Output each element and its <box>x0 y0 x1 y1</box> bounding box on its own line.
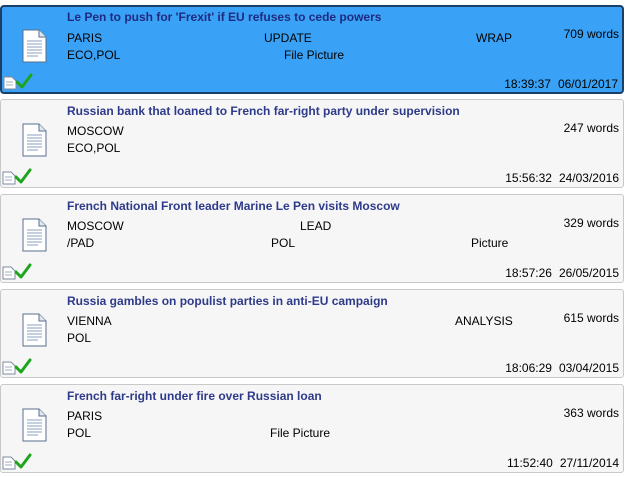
status-icons <box>2 73 34 91</box>
document-icon <box>22 313 47 347</box>
status-icons <box>1 263 33 281</box>
item-tag: ANALYSIS <box>455 314 513 328</box>
checkmark-icon <box>14 168 32 184</box>
item-time: 18:57:26 <box>505 266 552 280</box>
item-location: VIENNA <box>67 314 112 328</box>
item-datetime: 18:06:29 03/04/2015 <box>505 361 619 375</box>
news-item-selected[interactable]: Le Pen to push for 'Frexit' if EU refuse… <box>0 5 624 94</box>
item-location: PARIS <box>67 31 103 45</box>
document-icon <box>22 29 47 63</box>
item-word-count: 247 words <box>563 121 619 135</box>
news-item[interactable]: Russian bank that loaned to French far-r… <box>0 99 624 188</box>
checkmark-icon <box>14 453 32 469</box>
item-codes-secondary: POL <box>271 236 296 250</box>
item-date: 24/03/2016 <box>558 171 619 185</box>
item-word-count: 615 words <box>563 311 619 325</box>
item-location: MOSCOW <box>67 219 124 233</box>
item-datetime: 11:52:40 27/11/2014 <box>507 456 619 470</box>
item-word-count: 329 words <box>563 216 619 230</box>
status-icons <box>1 453 33 471</box>
checkmark-icon <box>14 263 32 279</box>
item-headline[interactable]: Russia gambles on populist parties in an… <box>67 294 388 308</box>
item-extra: File Picture <box>270 426 331 440</box>
item-datetime: 15:56:32 24/03/2016 <box>505 171 619 185</box>
item-headline[interactable]: French far-right under fire over Russian… <box>67 389 322 403</box>
item-date: 06/01/2017 <box>557 77 618 91</box>
item-codes: ECO,POL <box>67 141 121 155</box>
item-date: 26/05/2015 <box>558 266 619 280</box>
item-headline[interactable]: Le Pen to push for 'Frexit' if EU refuse… <box>67 10 381 24</box>
document-icon <box>22 218 47 252</box>
item-headline[interactable]: Russian bank that loaned to French far-r… <box>67 104 460 118</box>
item-tag: WRAP <box>476 31 512 45</box>
item-codes: ECO,POL <box>67 48 121 62</box>
checkmark-icon <box>14 358 32 374</box>
status-icons <box>1 168 33 186</box>
checkmark-icon <box>15 73 33 89</box>
item-word-count: 709 words <box>563 27 619 41</box>
document-icon <box>22 408 47 442</box>
item-codes: POL <box>67 331 92 345</box>
item-codes: /PAD <box>67 236 95 250</box>
item-time: 15:56:32 <box>505 171 552 185</box>
item-extra: File Picture <box>284 48 345 62</box>
item-type: LEAD <box>300 219 332 233</box>
item-time: 18:39:37 <box>504 77 551 91</box>
item-location: PARIS <box>67 409 103 423</box>
item-type: UPDATE <box>264 31 312 45</box>
item-location: MOSCOW <box>67 124 124 138</box>
item-datetime: 18:39:37 06/01/2017 <box>504 77 618 91</box>
item-extra: Picture <box>471 236 509 250</box>
news-item[interactable]: French far-right under fire over Russian… <box>0 384 624 473</box>
news-results-list: Le Pen to push for 'Frexit' if EU refuse… <box>0 0 628 477</box>
news-item[interactable]: Russia gambles on populist parties in an… <box>0 289 624 378</box>
item-datetime: 18:57:26 26/05/2015 <box>505 266 619 280</box>
item-time: 11:52:40 <box>507 456 553 470</box>
item-date: 03/04/2015 <box>558 361 619 375</box>
item-date: 27/11/2014 <box>559 456 619 470</box>
item-headline[interactable]: French National Front leader Marine Le P… <box>67 199 400 213</box>
document-icon <box>22 123 47 157</box>
item-time: 18:06:29 <box>505 361 552 375</box>
item-codes: POL <box>67 426 92 440</box>
news-item[interactable]: French National Front leader Marine Le P… <box>0 194 624 283</box>
status-icons <box>1 358 33 376</box>
item-word-count: 363 words <box>563 406 619 420</box>
